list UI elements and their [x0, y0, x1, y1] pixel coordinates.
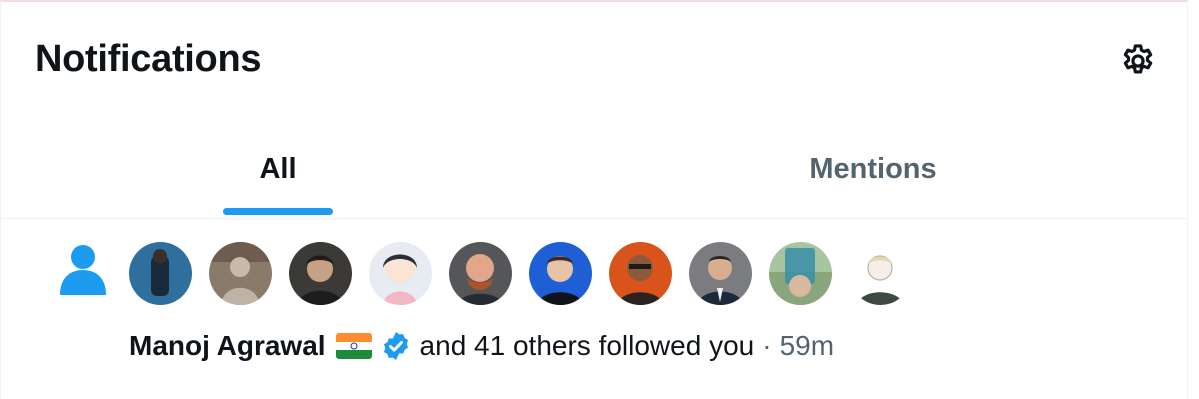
tab-all[interactable]: All [1, 120, 555, 218]
avatar-10[interactable] [849, 242, 912, 305]
notification-text: Manoj Agrawal and 41 others followed you… [129, 330, 834, 362]
page-title: Notifications [35, 38, 262, 80]
tab-mentions[interactable]: Mentions [595, 120, 1151, 218]
avatar-1[interactable] [129, 242, 192, 305]
verified-badge-icon [380, 330, 412, 362]
timestamp[interactable]: 59m [780, 330, 834, 362]
tab-bar: All Mentions [1, 120, 1187, 219]
avatar-8[interactable] [689, 242, 752, 305]
gear-icon [1123, 44, 1153, 74]
notifications-panel: Notifications All Mentions Manoj Agrawal… [0, 0, 1188, 399]
tab-all-label: All [259, 152, 297, 185]
avatar-3[interactable] [289, 242, 352, 305]
user-name-link[interactable]: Manoj Agrawal [129, 330, 326, 362]
india-flag-icon [335, 333, 372, 359]
avatar-4[interactable] [369, 242, 432, 305]
active-tab-indicator [223, 208, 333, 215]
avatar-2[interactable] [209, 242, 272, 305]
notification-message: and 41 others followed you [419, 330, 755, 361]
avatar-9[interactable] [769, 242, 832, 305]
avatar-5[interactable] [449, 242, 512, 305]
person-icon [60, 245, 106, 295]
separator-dot: · [762, 330, 772, 361]
tab-mentions-label: Mentions [809, 152, 937, 185]
avatar-6[interactable] [529, 242, 592, 305]
avatar-7[interactable] [609, 242, 672, 305]
settings-button[interactable] [1117, 40, 1159, 82]
